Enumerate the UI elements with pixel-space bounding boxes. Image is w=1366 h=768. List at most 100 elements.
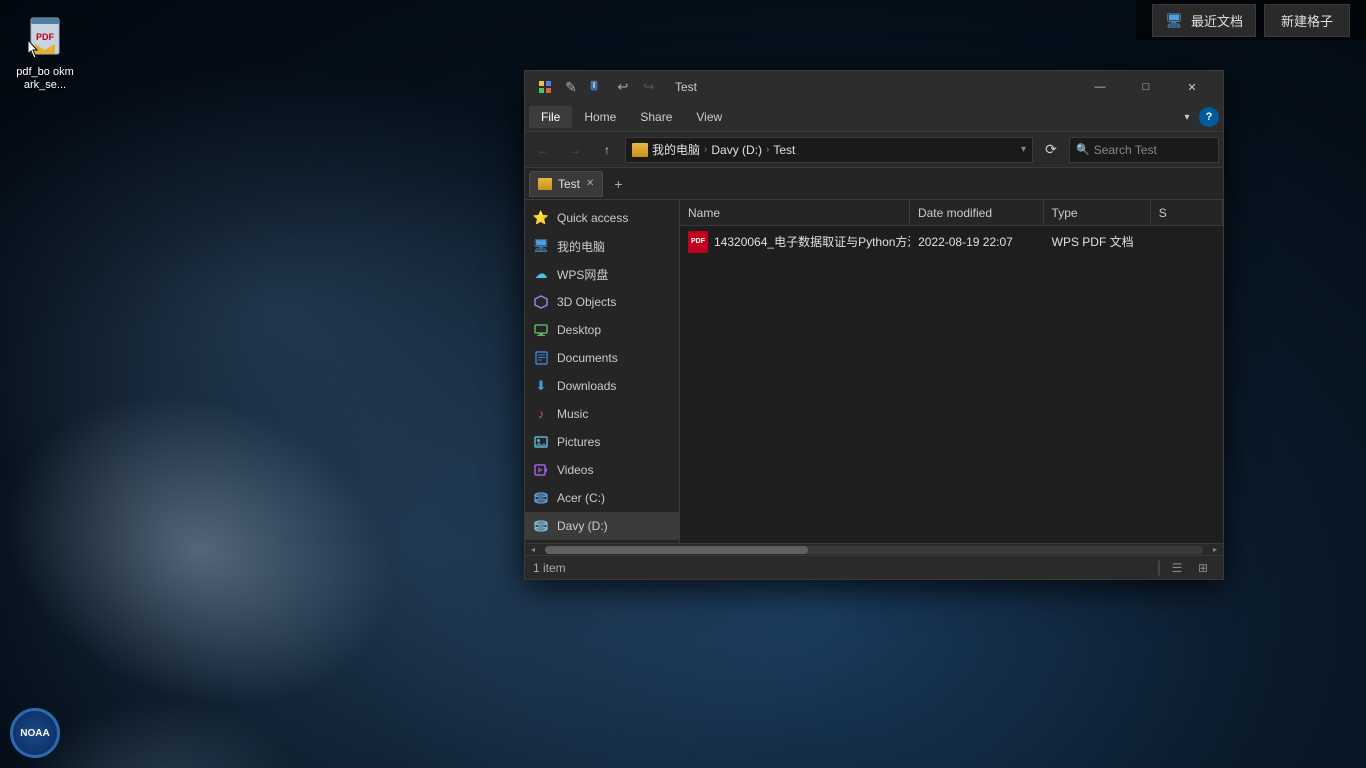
search-box[interactable]: 🔍 Search Test xyxy=(1069,137,1219,163)
music-icon: ♪ xyxy=(533,406,549,422)
sidebar-item-desktop[interactable]: Desktop xyxy=(525,316,679,344)
col-header-type[interactable]: Type xyxy=(1044,200,1151,225)
computer-icon: 🖥 xyxy=(533,238,549,254)
sidebar-item-my-computer[interactable]: 🖥 我的电脑 xyxy=(525,232,679,260)
help-button[interactable]: ? xyxy=(1199,107,1219,127)
tab-share[interactable]: Share xyxy=(628,106,684,128)
downloads-icon: ⬇ xyxy=(533,378,549,394)
cloud-icon: ☁ xyxy=(533,266,549,282)
toolbar-btn-1[interactable] xyxy=(533,76,557,98)
path-segment-root: 我的电脑 xyxy=(652,141,700,158)
recent-icon: 🖥 xyxy=(1165,12,1183,29)
file-name-cell: PDF 14320064_电子数据取证与Python方法... xyxy=(680,226,910,257)
search-icon: 🔍 xyxy=(1076,143,1090,156)
path-dropdown-arrow[interactable]: ▾ xyxy=(1021,144,1026,155)
tab-bar: Test ✕ + xyxy=(525,168,1223,200)
drive-c-icon xyxy=(533,490,549,506)
large-icon-view-button[interactable]: ⊞ xyxy=(1191,558,1215,578)
pictures-icon xyxy=(533,434,549,450)
file-size-cell xyxy=(1151,226,1223,257)
new-tab-button[interactable]: + xyxy=(605,171,631,197)
sidebar-item-wps-cloud[interactable]: ☁ WPS网盘 xyxy=(525,260,679,288)
explorer-window: ✎ ↩ ↪ Test — □ ✕ File xyxy=(524,70,1224,580)
toolbar-btn-undo[interactable]: ↩ xyxy=(611,76,635,98)
title-bar-title: Test xyxy=(675,80,697,94)
file-type-cell: WPS PDF 文档 xyxy=(1044,226,1151,257)
documents-icon xyxy=(533,350,549,366)
3d-icon xyxy=(533,294,549,310)
col-header-date[interactable]: Date modified xyxy=(910,200,1044,225)
sidebar-item-downloads[interactable]: ⬇ Downloads xyxy=(525,372,679,400)
top-bar: 🖥 最近文档 新建格子 xyxy=(1136,0,1366,40)
tab-close-button[interactable]: ✕ xyxy=(586,178,594,189)
column-headers: Name Date modified Type S xyxy=(680,200,1223,226)
videos-icon xyxy=(533,462,549,478)
col-header-name[interactable]: Name xyxy=(680,200,910,225)
sidebar-item-drive-c[interactable]: Acer (C:) xyxy=(525,484,679,512)
explorer-tab-test[interactable]: Test ✕ xyxy=(529,171,603,197)
recent-label: 最近文档 xyxy=(1191,11,1243,30)
drive-d-icon xyxy=(533,518,549,534)
scroll-left-arrow[interactable]: ◂ xyxy=(525,544,541,556)
sidebar-item-pictures[interactable]: Pictures xyxy=(525,428,679,456)
sidebar-item-quick-access[interactable]: ⭐ Quick access xyxy=(525,204,679,232)
status-divider: | xyxy=(1157,559,1161,577)
scroll-right-arrow[interactable]: ▸ xyxy=(1207,544,1223,556)
forward-button[interactable]: → xyxy=(561,136,589,164)
tab-home[interactable]: Home xyxy=(572,106,628,128)
col-header-size[interactable]: S xyxy=(1151,200,1223,225)
up-button[interactable]: ↑ xyxy=(593,136,621,164)
title-bar-left: ✎ ↩ ↪ Test xyxy=(533,76,697,98)
sidebar: ⭐ Quick access 🖥 我的电脑 ☁ WPS网盘 3D Objects xyxy=(525,200,680,543)
table-row[interactable]: PDF 14320064_电子数据取证与Python方法... 2022-08-… xyxy=(680,226,1223,258)
scroll-track[interactable] xyxy=(545,546,1203,554)
path-folder-icon xyxy=(632,143,648,157)
path-arrow-1: › xyxy=(704,144,707,155)
status-item-count: 1 item xyxy=(533,561,1153,575)
toolbar-btn-2[interactable]: ✎ xyxy=(559,76,583,98)
view-buttons: ☰ ⊞ xyxy=(1165,558,1215,578)
sidebar-item-drive-d[interactable]: Davy (D:) xyxy=(525,512,679,540)
ribbon-expand-area: ▾ ? xyxy=(1175,105,1219,129)
toolbar-btn-3[interactable] xyxy=(585,76,609,98)
toolbar-btn-redo[interactable]: ↪ xyxy=(637,76,661,98)
tab-folder-icon xyxy=(538,178,552,190)
desktop-icon-label: pdf_bo okmark_se... xyxy=(14,66,76,92)
tab-file[interactable]: File xyxy=(529,106,572,128)
title-bar: ✎ ↩ ↪ Test — □ ✕ xyxy=(525,71,1223,103)
file-date-cell: 2022-08-19 22:07 xyxy=(910,226,1044,257)
main-content: ⭐ Quick access 🖥 我的电脑 ☁ WPS网盘 3D Objects xyxy=(525,200,1223,543)
address-path[interactable]: 我的电脑 › Davy (D:) › Test ▾ xyxy=(625,137,1033,163)
ribbon-collapse-button[interactable]: ▾ xyxy=(1175,105,1199,129)
address-bar: ← → ↑ 我的电脑 › Davy (D:) › Test ▾ ⟳ 🔍 Sear… xyxy=(525,132,1223,168)
sidebar-item-3d-objects[interactable]: 3D Objects xyxy=(525,288,679,316)
minimize-button[interactable]: — xyxy=(1077,71,1123,103)
sidebar-item-music[interactable]: ♪ Music xyxy=(525,400,679,428)
refresh-button[interactable]: ⟳ xyxy=(1037,136,1065,164)
recent-docs-popup: 🖥 最近文档 xyxy=(1152,4,1256,37)
path-segment-drive: Davy (D:) xyxy=(711,143,762,157)
status-bar: 1 item | ☰ ⊞ xyxy=(525,555,1223,579)
file-area: Name Date modified Type S PDF 14 xyxy=(680,200,1223,543)
ribbon-tabs: File Home Share View ▾ ? xyxy=(525,103,1223,131)
desktop-icon-sidebar xyxy=(533,322,549,338)
desktop-icon-pdf[interactable]: PDF pdf_bo okmark_se... xyxy=(10,10,80,96)
horizontal-scrollbar[interactable]: ◂ ▸ xyxy=(525,543,1223,555)
close-button[interactable]: ✕ xyxy=(1169,71,1215,103)
scroll-thumb[interactable] xyxy=(545,546,808,554)
back-button[interactable]: ← xyxy=(529,136,557,164)
new-folder-label: 新建格子 xyxy=(1281,11,1333,30)
details-view-button[interactable]: ☰ xyxy=(1165,558,1189,578)
search-placeholder: Search Test xyxy=(1094,143,1157,157)
toolbar: ✎ ↩ ↪ xyxy=(533,76,661,98)
path-arrow-2: › xyxy=(766,144,769,155)
tab-view[interactable]: View xyxy=(684,106,734,128)
sidebar-item-documents[interactable]: Documents xyxy=(525,344,679,372)
pdf-icon: PDF xyxy=(25,14,65,62)
ribbon: File Home Share View ▾ ? xyxy=(525,103,1223,132)
sidebar-item-videos[interactable]: Videos xyxy=(525,456,679,484)
window-controls: — □ ✕ xyxy=(1077,71,1215,103)
tab-label: Test xyxy=(558,177,580,191)
new-folder-popup: 新建格子 xyxy=(1264,4,1350,37)
maximize-button[interactable]: □ xyxy=(1123,71,1169,103)
